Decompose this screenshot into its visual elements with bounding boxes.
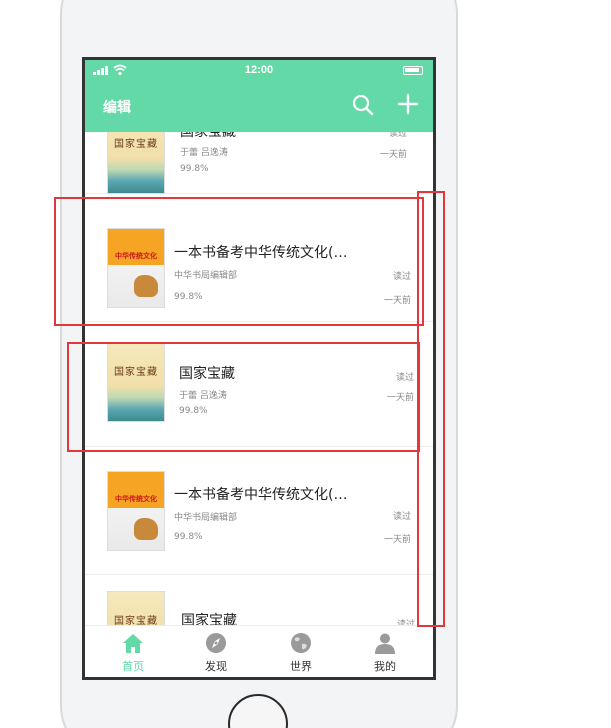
- book-cover: 中华传统文化: [107, 228, 165, 308]
- tab-world[interactable]: 世界: [271, 632, 331, 674]
- read-time: 一天前: [379, 150, 407, 160]
- tab-label: 我的: [374, 660, 396, 673]
- status-bar: 12:00: [85, 60, 433, 82]
- book-author: 中华书局编辑部: [174, 513, 238, 523]
- book-item[interactable]: 国家宝藏 国家宝藏 读过: [85, 575, 433, 628]
- book-progress: 99.8%: [174, 532, 203, 542]
- book-item[interactable]: 国家宝藏 国家宝藏 于蕾 吕逸涛 99.8% 读过 一天前: [85, 132, 433, 194]
- status-time: 12:00: [244, 64, 274, 76]
- book-progress: 99.8%: [179, 406, 208, 416]
- book-title: 一本书备考中华传统文化(…: [174, 487, 348, 503]
- book-cover: 国家宝藏: [107, 342, 165, 422]
- book-author: 于蕾 吕逸涛: [180, 148, 228, 158]
- tab-label: 首页: [122, 660, 144, 673]
- read-status: 读过: [392, 272, 411, 282]
- tab-home[interactable]: 首页: [103, 632, 163, 674]
- tab-label: 发现: [205, 660, 227, 673]
- battery-icon: [403, 66, 423, 75]
- book-title: 国家宝藏: [180, 132, 236, 140]
- edit-button[interactable]: 编辑: [103, 97, 131, 117]
- read-status: 读过: [388, 132, 407, 139]
- read-time: 一天前: [383, 296, 411, 306]
- plus-icon[interactable]: [396, 92, 420, 116]
- user-icon: [375, 633, 395, 654]
- read-status: 读过: [395, 373, 414, 383]
- book-item[interactable]: 中华传统文化 一本书备考中华传统文化(… 中华书局编辑部 99.8% 读过 一天…: [85, 447, 433, 575]
- tab-label: 世界: [290, 660, 312, 673]
- read-time: 一天前: [386, 393, 414, 403]
- book-item[interactable]: 国家宝藏 国家宝藏 于蕾 吕逸涛 99.8% 读过 一天前: [85, 322, 433, 447]
- book-author: 于蕾 吕逸涛: [179, 391, 227, 401]
- book-progress: 99.8%: [174, 292, 203, 302]
- book-item[interactable]: 中华传统文化 一本书备考中华传统文化(… 中华书局编辑部 99.8% 读过 一天…: [85, 202, 433, 322]
- book-title: 一本书备考中华传统文化(…: [174, 245, 348, 261]
- read-status: 读过: [392, 512, 411, 522]
- compass-icon: [206, 633, 226, 653]
- read-time: 一天前: [383, 535, 411, 545]
- tab-mine[interactable]: 我的: [355, 632, 415, 674]
- book-progress: 99.8%: [180, 164, 209, 174]
- search-icon[interactable]: [352, 94, 374, 116]
- book-title: 国家宝藏: [179, 366, 235, 382]
- home-icon: [123, 634, 143, 653]
- tab-discover[interactable]: 发现: [186, 632, 246, 674]
- bookshelf-list[interactable]: 国家宝藏 国家宝藏 于蕾 吕逸涛 99.8% 读过 一天前 中华传统文化 一本书…: [85, 132, 433, 628]
- bottom-tab-bar: 首页 发现 世界 我的: [85, 625, 433, 677]
- book-author: 中华书局编辑部: [174, 271, 238, 281]
- top-nav-bar: 编辑: [85, 82, 433, 132]
- globe-icon: [291, 633, 311, 653]
- book-cover: 中华传统文化: [107, 471, 165, 551]
- app-screen: 12:00 编辑 国家宝藏 国家宝藏 于蕾 吕逸涛 99.8% 读过 一天前 中…: [82, 57, 436, 680]
- book-cover: 国家宝藏: [107, 132, 165, 194]
- book-cover: 国家宝藏: [107, 591, 165, 628]
